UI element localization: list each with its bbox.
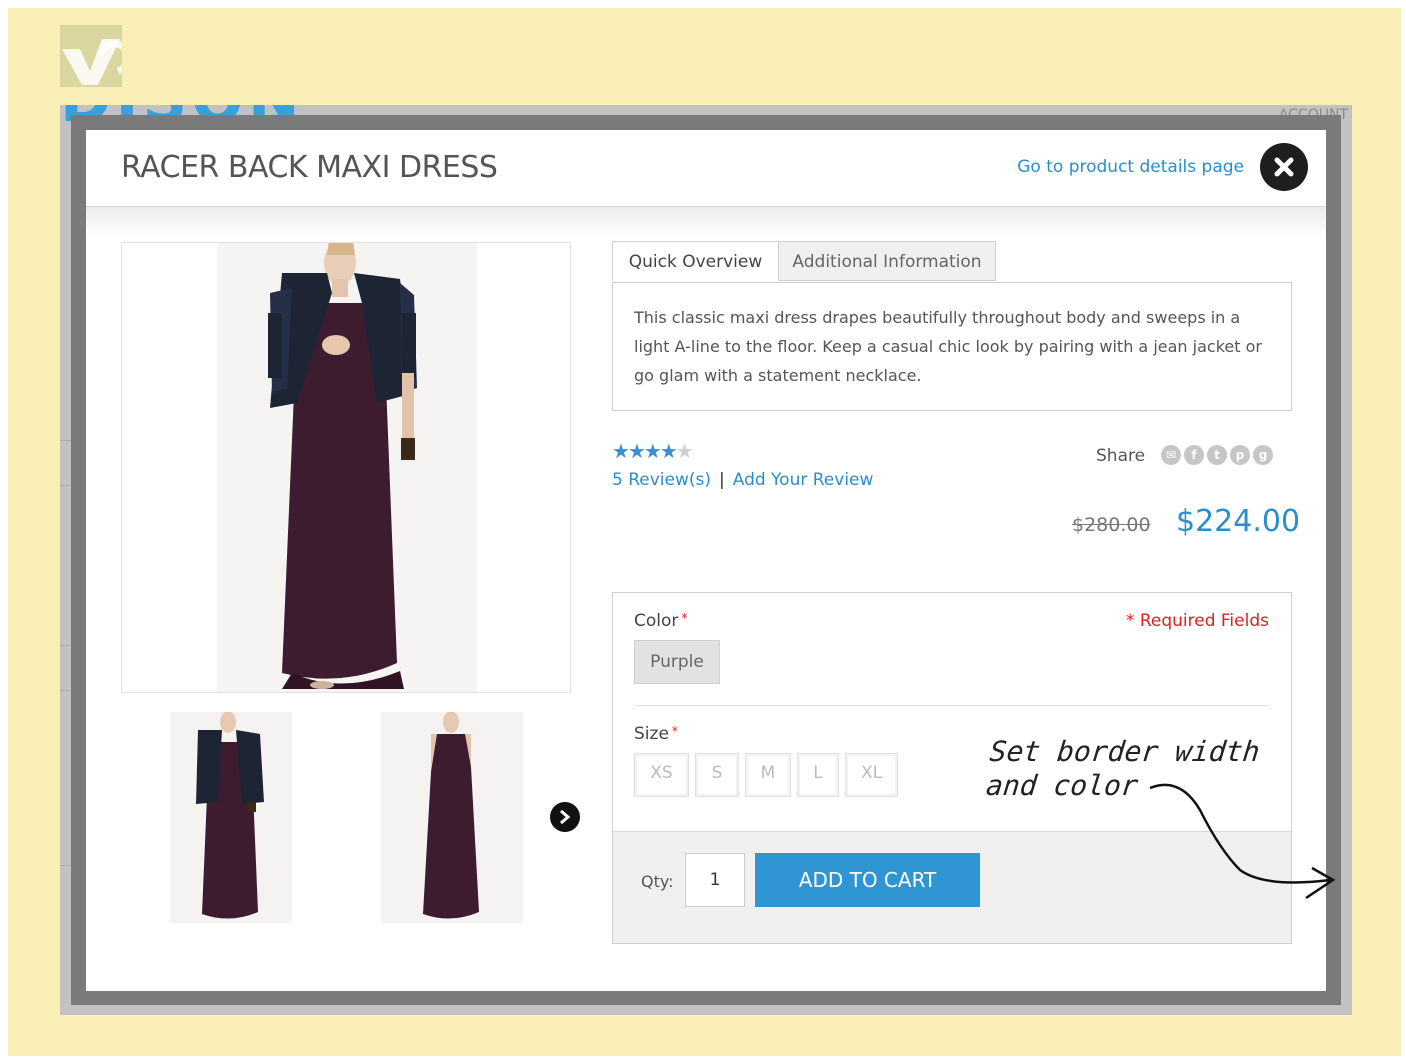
google-plus-icon[interactable]: g xyxy=(1253,445,1273,465)
thumbnail-1[interactable] xyxy=(170,712,292,923)
facebook-icon[interactable]: f xyxy=(1184,445,1204,465)
twitter-icon[interactable]: t xyxy=(1207,445,1227,465)
rating-stars: ★★★★★ xyxy=(612,439,694,463)
share-label: Share xyxy=(1096,446,1146,466)
annotation-line-1: Set border width xyxy=(988,735,1262,768)
email-icon[interactable]: ✉ xyxy=(1161,445,1181,465)
color-option-purple[interactable]: Purple xyxy=(634,640,720,684)
color-label-text: Color xyxy=(634,611,679,631)
required-fields-note: * Required Fields xyxy=(1125,611,1269,631)
modal-header: RACER BACK MAXI DRESS Go to product deta… xyxy=(86,130,1326,237)
options-divider xyxy=(634,705,1270,706)
chevron-right-icon xyxy=(560,810,571,824)
product-title: RACER BACK MAXI DRESS xyxy=(121,150,498,185)
size-option-s[interactable]: S xyxy=(695,753,739,797)
qty-input[interactable] xyxy=(685,853,745,907)
brand-logo xyxy=(60,25,132,87)
star-icon: ★ xyxy=(643,439,662,463)
old-price: $280.00 xyxy=(1072,514,1151,536)
color-label: Color * xyxy=(634,611,687,631)
annotation-arrow-icon xyxy=(1149,783,1336,900)
size-option-xl[interactable]: XL xyxy=(845,753,898,797)
thumbnail-next-button[interactable] xyxy=(550,802,580,832)
size-option-l[interactable]: L xyxy=(797,753,839,797)
size-option-m[interactable]: M xyxy=(745,753,791,797)
reviews-links: 5 Review(s) | Add Your Review xyxy=(612,470,873,490)
reviews-count-link[interactable]: 5 Review(s) xyxy=(612,470,711,490)
tab-additional-information[interactable]: Additional Information xyxy=(778,241,996,281)
size-option-xs[interactable]: XS xyxy=(634,753,689,797)
pinterest-icon[interactable]: p xyxy=(1230,445,1250,465)
required-mark: * xyxy=(671,724,678,738)
star-empty-icon: ★ xyxy=(675,439,694,463)
tab-quick-overview[interactable]: Quick Overview xyxy=(612,241,779,281)
size-label-text: Size xyxy=(634,724,669,744)
add-review-link[interactable]: Add Your Review xyxy=(733,470,874,490)
add-to-cart-button[interactable]: ADD TO CART xyxy=(755,853,980,907)
required-mark: * xyxy=(681,611,688,625)
tab-panel-quick-overview: This classic maxi dress drapes beautiful… xyxy=(612,282,1292,411)
product-main-image xyxy=(121,242,571,693)
product-description: This classic maxi dress drapes beautiful… xyxy=(634,308,1262,385)
qty-label: Qty: xyxy=(641,872,674,891)
star-icon: ★ xyxy=(612,439,630,463)
reviews-separator: | xyxy=(719,470,725,490)
thumbnail-2[interactable] xyxy=(381,712,523,923)
special-price: $224.00 xyxy=(1176,504,1301,539)
share-icons: ✉ f t p g xyxy=(1161,444,1276,465)
size-label: Size * xyxy=(634,724,678,744)
product-details-link[interactable]: Go to product details page xyxy=(1017,157,1244,177)
star-icon: ★ xyxy=(659,439,678,463)
close-icon xyxy=(1274,157,1294,177)
close-button[interactable] xyxy=(1260,143,1308,191)
star-icon: ★ xyxy=(627,439,646,463)
